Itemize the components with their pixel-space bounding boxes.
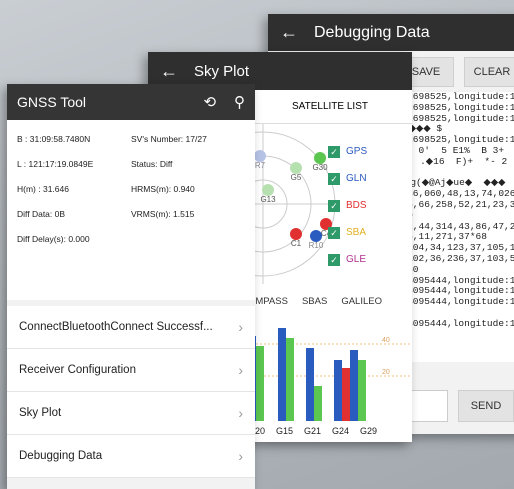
menu-item-bluetooth[interactable]: ConnectBluetoothConnect Successf... ›	[7, 306, 255, 349]
svg-text:G30: G30	[312, 163, 328, 172]
legend-gps[interactable]: ✓ GPS	[328, 138, 367, 165]
snr-bar-chart: 40 20 G20 G15 G21 G24 G29	[248, 314, 412, 438]
wrench-icon[interactable]: ⚲	[234, 94, 245, 111]
height-value: H(m) : 31.646	[17, 183, 69, 194]
tab-sbas[interactable]: SBAS	[302, 296, 327, 307]
chevron-right-icon: ›	[238, 319, 243, 335]
vrms-value: VRMS(m): 1.515	[131, 208, 195, 219]
checkbox-icon: ✓	[328, 226, 340, 239]
menu-item-receiver-configuration[interactable]: Receiver Configuration ›	[7, 349, 255, 392]
debug-toolbar: ← Debugging Data	[268, 14, 514, 51]
send-button[interactable]: SEND	[458, 390, 514, 422]
main-menu: ConnectBluetoothConnect Successf... › Rec…	[7, 306, 255, 478]
longitude-value: L : 121:17:19.0849E	[17, 158, 94, 169]
hrms-value: HRMS(m): 0.940	[131, 183, 195, 194]
legend-sba[interactable]: ✓ SBA	[328, 219, 367, 246]
sv-number-value: SV's Number: 17/27	[131, 133, 207, 144]
diff-data-value: Diff Data: 0B	[17, 208, 66, 219]
checkbox-icon: ✓	[328, 172, 340, 185]
app-title: GNSS Tool	[17, 94, 86, 110]
bar-label-g21: G21	[304, 426, 321, 436]
satellite-r7: R7	[254, 150, 266, 170]
clear-button[interactable]: CLEAR	[464, 57, 514, 87]
tab-satellite-list[interactable]: SATELLITE LIST	[248, 101, 412, 112]
bar-label-g15: G15	[276, 426, 293, 436]
satellite-c1: C1	[290, 228, 302, 248]
checkbox-icon: ✓	[328, 145, 340, 158]
checkbox-icon: ✓	[328, 253, 340, 266]
svg-text:R7: R7	[255, 161, 266, 170]
status-value: Status: Diff	[131, 158, 173, 169]
bar-g21-a	[306, 348, 314, 421]
latitude-value: B : 31:09:58.7480N	[17, 133, 91, 144]
bar-g24-a	[334, 360, 342, 421]
svg-text:C1: C1	[291, 239, 302, 248]
menu-item-sky-plot[interactable]: Sky Plot ›	[7, 392, 255, 435]
position-info-panel: B : 31:09:58.7480N SV's Number: 17/27 L :…	[7, 120, 255, 300]
bar-g21-b	[314, 386, 322, 421]
chevron-right-icon: ›	[238, 362, 243, 378]
svg-text:R10: R10	[309, 241, 324, 250]
diff-delay-value: Diff Delay(s): 0.000	[17, 233, 90, 244]
debug-title: Debugging Data	[314, 23, 430, 41]
history-icon[interactable]: ⟲	[204, 94, 217, 111]
sky-title: Sky Plot	[194, 62, 250, 80]
legend-gln[interactable]: ✓ GLN	[328, 165, 367, 192]
chevron-right-icon: ›	[238, 405, 243, 421]
chevron-right-icon: ›	[238, 448, 243, 464]
checkbox-icon: ✓	[328, 199, 340, 212]
bar-g24-b	[342, 368, 350, 421]
constellation-legend: ✓ GPS ✓ GLN ✓ BDS ✓ SBA ✓ GLE	[328, 138, 367, 273]
svg-text:G13: G13	[260, 195, 276, 204]
legend-gle[interactable]: ✓ GLE	[328, 246, 367, 273]
gnss-toolbar: GNSS Tool ⟲ ⚲	[7, 84, 255, 120]
svg-text:20: 20	[382, 369, 390, 376]
legend-bds[interactable]: ✓ BDS	[328, 192, 367, 219]
bar-g20-b	[256, 346, 264, 421]
bar-g15-b	[286, 338, 294, 421]
tab-galileo[interactable]: GALILEO	[341, 296, 382, 307]
system-tabs: OMPASS SBAS GALILEO	[248, 288, 382, 314]
bar-g15-a	[278, 328, 286, 421]
bar-label-g24: G24	[332, 426, 349, 436]
gnss-tool-screen: GNSS Tool ⟲ ⚲ B : 31:09:58.7480N SV's Num…	[7, 84, 255, 489]
bar-label-g29: G29	[360, 426, 377, 436]
bar-g29-a	[350, 350, 358, 421]
satellite-g5: G5	[290, 162, 302, 182]
back-arrow-icon[interactable]: ←	[160, 61, 178, 82]
back-arrow-icon[interactable]: ←	[280, 22, 298, 43]
svg-text:40: 40	[382, 337, 390, 344]
satellite-g30: G30	[312, 152, 328, 172]
bar-g29-b	[358, 360, 366, 421]
menu-item-debugging-data[interactable]: Debugging Data ›	[7, 435, 255, 478]
svg-text:G5: G5	[291, 173, 302, 182]
